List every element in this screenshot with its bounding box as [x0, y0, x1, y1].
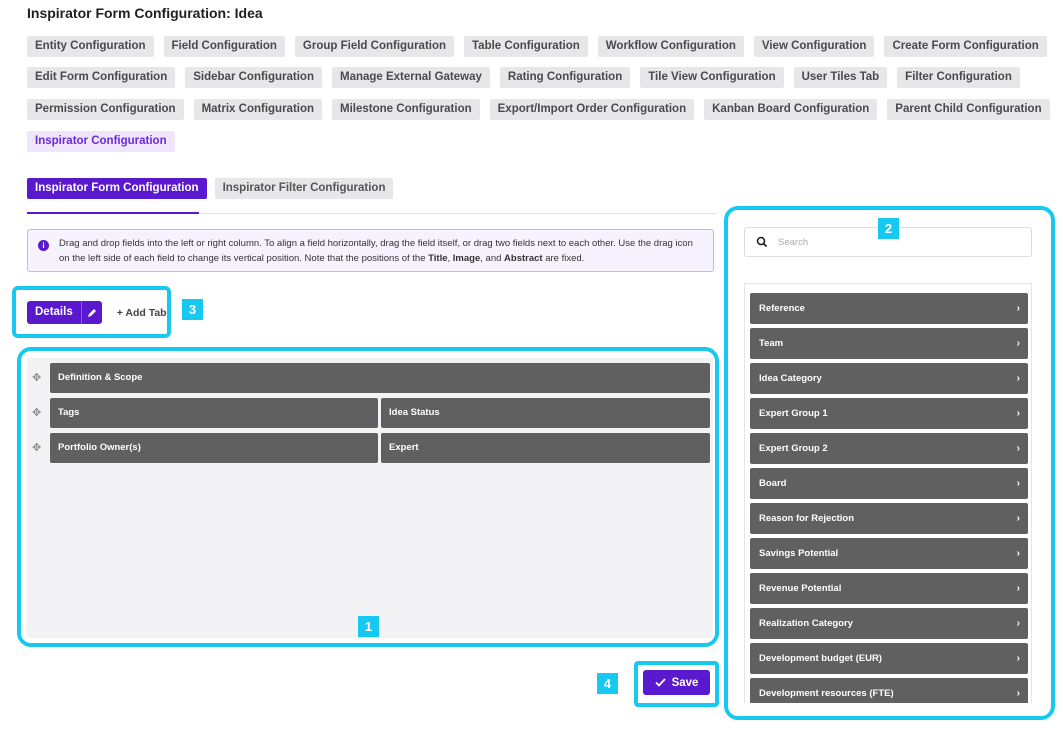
tab-rating-configuration[interactable]: Rating Configuration [499, 67, 631, 88]
subtab-inspirator-form-configuration[interactable]: Inspirator Form Configuration [27, 178, 207, 199]
info-sep-2: , and [480, 253, 505, 264]
callout-frame-tabs [12, 286, 171, 338]
callout-badge-3: 3 [182, 299, 203, 320]
tab-matrix-configuration[interactable]: Matrix Configuration [193, 99, 323, 120]
tab-entity-configuration[interactable]: Entity Configuration [27, 36, 154, 57]
tab-workflow-configuration[interactable]: Workflow Configuration [597, 36, 744, 57]
info-text-a: Drag and drop fields into the left or ri… [59, 238, 693, 264]
tab-manage-external-gateway[interactable]: Manage External Gateway [331, 67, 490, 88]
info-title: Title [428, 253, 448, 264]
tab-permission-configuration[interactable]: Permission Configuration [27, 99, 184, 120]
info-icon: i [38, 240, 49, 251]
subtab-inspirator-filter-configuration[interactable]: Inspirator Filter Configuration [214, 178, 394, 199]
page-title: Inspirator Form Configuration: Idea [27, 5, 263, 21]
tab-inspirator-configuration[interactable]: Inspirator Configuration [27, 131, 175, 152]
callout-frame-save [634, 661, 719, 707]
subtab-divider [199, 213, 717, 214]
info-image: Image [452, 253, 481, 264]
tab-export-import-order-configuration[interactable]: Export/Import Order Configuration [489, 99, 695, 120]
info-text-b: are fixed. [542, 253, 585, 264]
tab-group-field-configuration[interactable]: Group Field Configuration [294, 36, 455, 57]
tab-tile-view-configuration[interactable]: Tile View Configuration [640, 67, 784, 88]
config-tabs-row-4: Inspirator Configuration [27, 131, 175, 153]
tab-create-form-configuration[interactable]: Create Form Configuration [884, 36, 1047, 57]
callout-frame-form-canvas [17, 347, 719, 647]
info-banner: i Drag and drop fields into the left or … [27, 229, 714, 272]
tab-parent-child-configuration[interactable]: Parent Child Configuration [887, 99, 1050, 120]
tab-kanban-board-configuration[interactable]: Kanban Board Configuration [704, 99, 878, 120]
active-subtab-indicator [27, 212, 199, 214]
callout-badge-2: 2 [878, 218, 899, 239]
tab-edit-form-configuration[interactable]: Edit Form Configuration [27, 67, 176, 88]
subtab-bar: Inspirator Form Configuration Inspirator… [27, 178, 394, 199]
tab-sidebar-configuration[interactable]: Sidebar Configuration [185, 67, 322, 88]
info-abstract: Abstract [504, 253, 543, 264]
config-tabs-row-1: Entity Configuration Field Configuration… [27, 36, 1047, 58]
config-tabs-row-2: Edit Form Configuration Sidebar Configur… [27, 67, 1020, 89]
tab-user-tiles-tab[interactable]: User Tiles Tab [793, 67, 888, 88]
callout-badge-1: 1 [358, 616, 379, 637]
tab-field-configuration[interactable]: Field Configuration [163, 36, 285, 57]
callout-badge-4: 4 [597, 673, 618, 694]
tab-filter-configuration[interactable]: Filter Configuration [897, 67, 1020, 88]
config-tabs-row-3: Permission Configuration Matrix Configur… [27, 99, 1050, 121]
tab-milestone-configuration[interactable]: Milestone Configuration [332, 99, 480, 120]
tab-view-configuration[interactable]: View Configuration [753, 36, 875, 57]
tab-table-configuration[interactable]: Table Configuration [464, 36, 588, 57]
callout-frame-sidebar [724, 206, 1055, 720]
